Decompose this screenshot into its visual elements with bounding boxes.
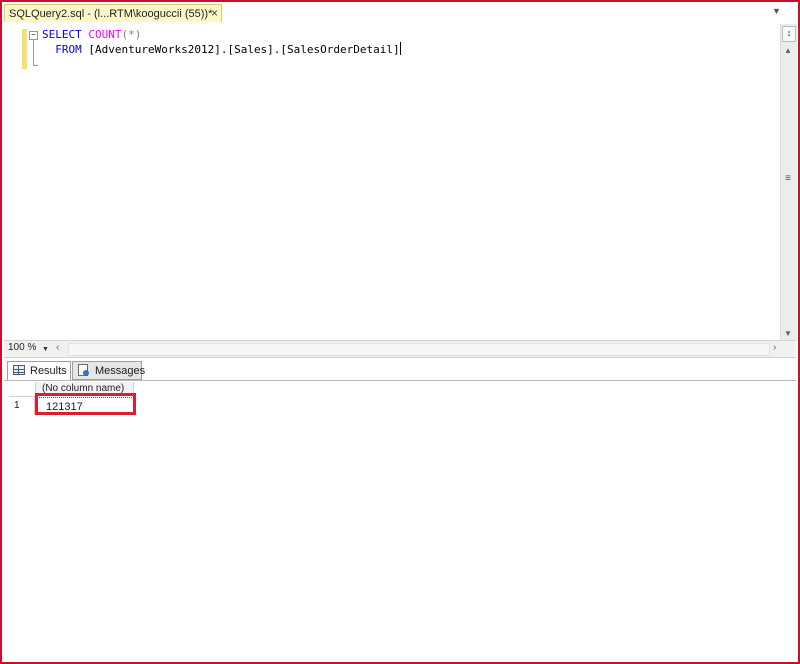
code-line-2: FROM [AdventureWorks2012].[Sales].[Sales… xyxy=(42,42,401,56)
results-tabstrip: Results Messages xyxy=(4,358,796,381)
scroll-thumb-icon[interactable]: ≡ xyxy=(783,174,793,184)
scroll-right-icon[interactable]: › xyxy=(773,342,776,353)
close-icon[interactable]: × xyxy=(211,5,218,21)
sql-code[interactable]: SELECT COUNT(*) FROM [AdventureWorks2012… xyxy=(42,28,401,57)
horizontal-scrollbar-track[interactable] xyxy=(68,343,770,356)
query-editor[interactable]: − SELECT COUNT(*) FROM [AdventureWorks20… xyxy=(4,24,780,340)
zoom-bar: 100 % ▼ ‹ › xyxy=(4,340,796,358)
tab-messages[interactable]: Messages xyxy=(72,361,146,380)
outline-tick xyxy=(33,65,38,66)
grid-corner-header[interactable] xyxy=(9,382,36,397)
scroll-up-icon[interactable]: ▲ xyxy=(784,46,792,55)
outline-line xyxy=(33,40,34,66)
table-reference: [AdventureWorks2012].[Sales].[SalesOrder… xyxy=(88,43,400,56)
tab-messages-label: Messages xyxy=(95,365,146,377)
row-number[interactable]: 1 xyxy=(9,397,35,415)
ssms-window: SQLQuery2.sql - (l...RTM\kooguccii (55))… xyxy=(0,0,800,664)
scroll-left-icon[interactable]: ‹ xyxy=(56,342,59,353)
scroll-down-icon[interactable]: ▼ xyxy=(784,329,792,338)
document-tab-sqlquery2[interactable]: SQLQuery2.sql - (l...RTM\kooguccii (55))… xyxy=(4,4,222,22)
tab-results[interactable]: Results xyxy=(7,361,71,380)
text-caret xyxy=(399,42,401,55)
tab-dropdown-icon[interactable]: ▼ xyxy=(772,6,781,16)
zoom-dropdown-icon[interactable]: ▼ xyxy=(42,346,49,353)
change-tracking-bar xyxy=(22,29,27,69)
split-pane-icon[interactable]: ↕ xyxy=(782,26,796,42)
zoom-level[interactable]: 100 % xyxy=(8,342,36,353)
outline-collapse-icon[interactable]: − xyxy=(29,31,38,40)
code-line-1: SELECT COUNT(*) xyxy=(42,28,141,41)
messages-icon xyxy=(78,364,89,376)
document-tabstrip: SQLQuery2.sql - (l...RTM\kooguccii (55))… xyxy=(2,2,798,22)
count-args: (*) xyxy=(121,28,142,41)
keyword-from: FROM xyxy=(55,43,82,56)
grid-icon xyxy=(13,365,25,375)
tab-results-label: Results xyxy=(30,365,67,377)
editor-vertical-scrollbar[interactable]: ↕ ▲ ≡ ▼ xyxy=(780,24,797,340)
keyword-select: SELECT xyxy=(42,28,82,41)
document-tab-title: SQLQuery2.sql - (l...RTM\kooguccii (55))… xyxy=(9,8,213,20)
highlight-box xyxy=(35,393,136,415)
function-count: COUNT xyxy=(88,28,122,41)
